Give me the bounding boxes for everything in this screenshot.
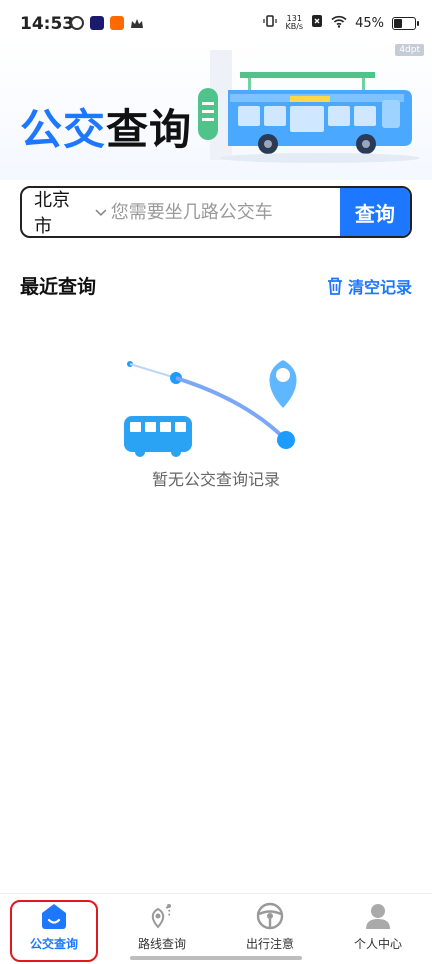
- status-notification-icons: [70, 16, 144, 30]
- nav-label-route-query: 路线查询: [137, 937, 186, 951]
- page-title-part2: 查询: [106, 105, 193, 154]
- nav-label-profile: 个人中心: [353, 937, 402, 951]
- bus-search-input[interactable]: [106, 188, 340, 236]
- clear-history-button[interactable]: 清空记录: [326, 274, 412, 298]
- chevron-down-icon: [95, 209, 107, 217]
- battery-fill: [394, 18, 403, 28]
- search-button[interactable]: 查询: [339, 188, 410, 236]
- battery-percent: 45%: [355, 15, 384, 31]
- route-pin-icon: [151, 904, 171, 929]
- page-title: 公交查询: [20, 96, 192, 157]
- empty-state-text: 暂无公交查询记录: [151, 470, 280, 489]
- net-speed-unit: KB/s: [285, 22, 304, 31]
- steering-wheel-icon: [256, 902, 284, 930]
- recent-section-title: 最近查询: [20, 276, 97, 298]
- nav-item-profile[interactable]: 个人中心: [324, 894, 432, 964]
- nav-item-travel-notice[interactable]: 出行注意: [216, 894, 324, 964]
- trash-icon: [327, 277, 342, 295]
- status-time: 14:53: [20, 14, 75, 34]
- video-app-icon: [90, 16, 104, 30]
- page-title-part1: 公交: [20, 105, 107, 154]
- city-select-value: 北京市: [34, 190, 70, 237]
- nav-item-route-query[interactable]: 路线查询: [108, 894, 216, 964]
- empty-state-illustration: [124, 360, 297, 457]
- nav-label-travel-notice: 出行注意: [245, 937, 294, 951]
- home-indicator[interactable]: [130, 956, 302, 960]
- city-select[interactable]: 北京市: [22, 188, 107, 236]
- search-bar: 北京市 查询: [20, 186, 412, 238]
- sim-off-icon: [311, 14, 323, 32]
- status-right: 131 KB/s 45%: [263, 14, 419, 32]
- wifi-icon: [331, 15, 347, 32]
- screen: 14:53 131 KB/s 45% 4dpt 公交查询 北京市 您需要坐几路公…: [0, 0, 432, 964]
- vibrate-icon: [263, 14, 278, 32]
- net-speed: 131 KB/s: [285, 15, 303, 31]
- clear-history-label: 清空记录: [347, 278, 412, 297]
- bus-station-illustration: [198, 50, 420, 163]
- hero-banner: 4dpt 公交查询: [0, 40, 432, 180]
- active-tab-highlight: [10, 900, 98, 962]
- user-icon: [366, 904, 390, 929]
- crown-icon: [130, 16, 144, 30]
- shopping-app-icon: [110, 16, 124, 30]
- app-notification-icon: [70, 16, 84, 30]
- battery-icon: [392, 16, 419, 30]
